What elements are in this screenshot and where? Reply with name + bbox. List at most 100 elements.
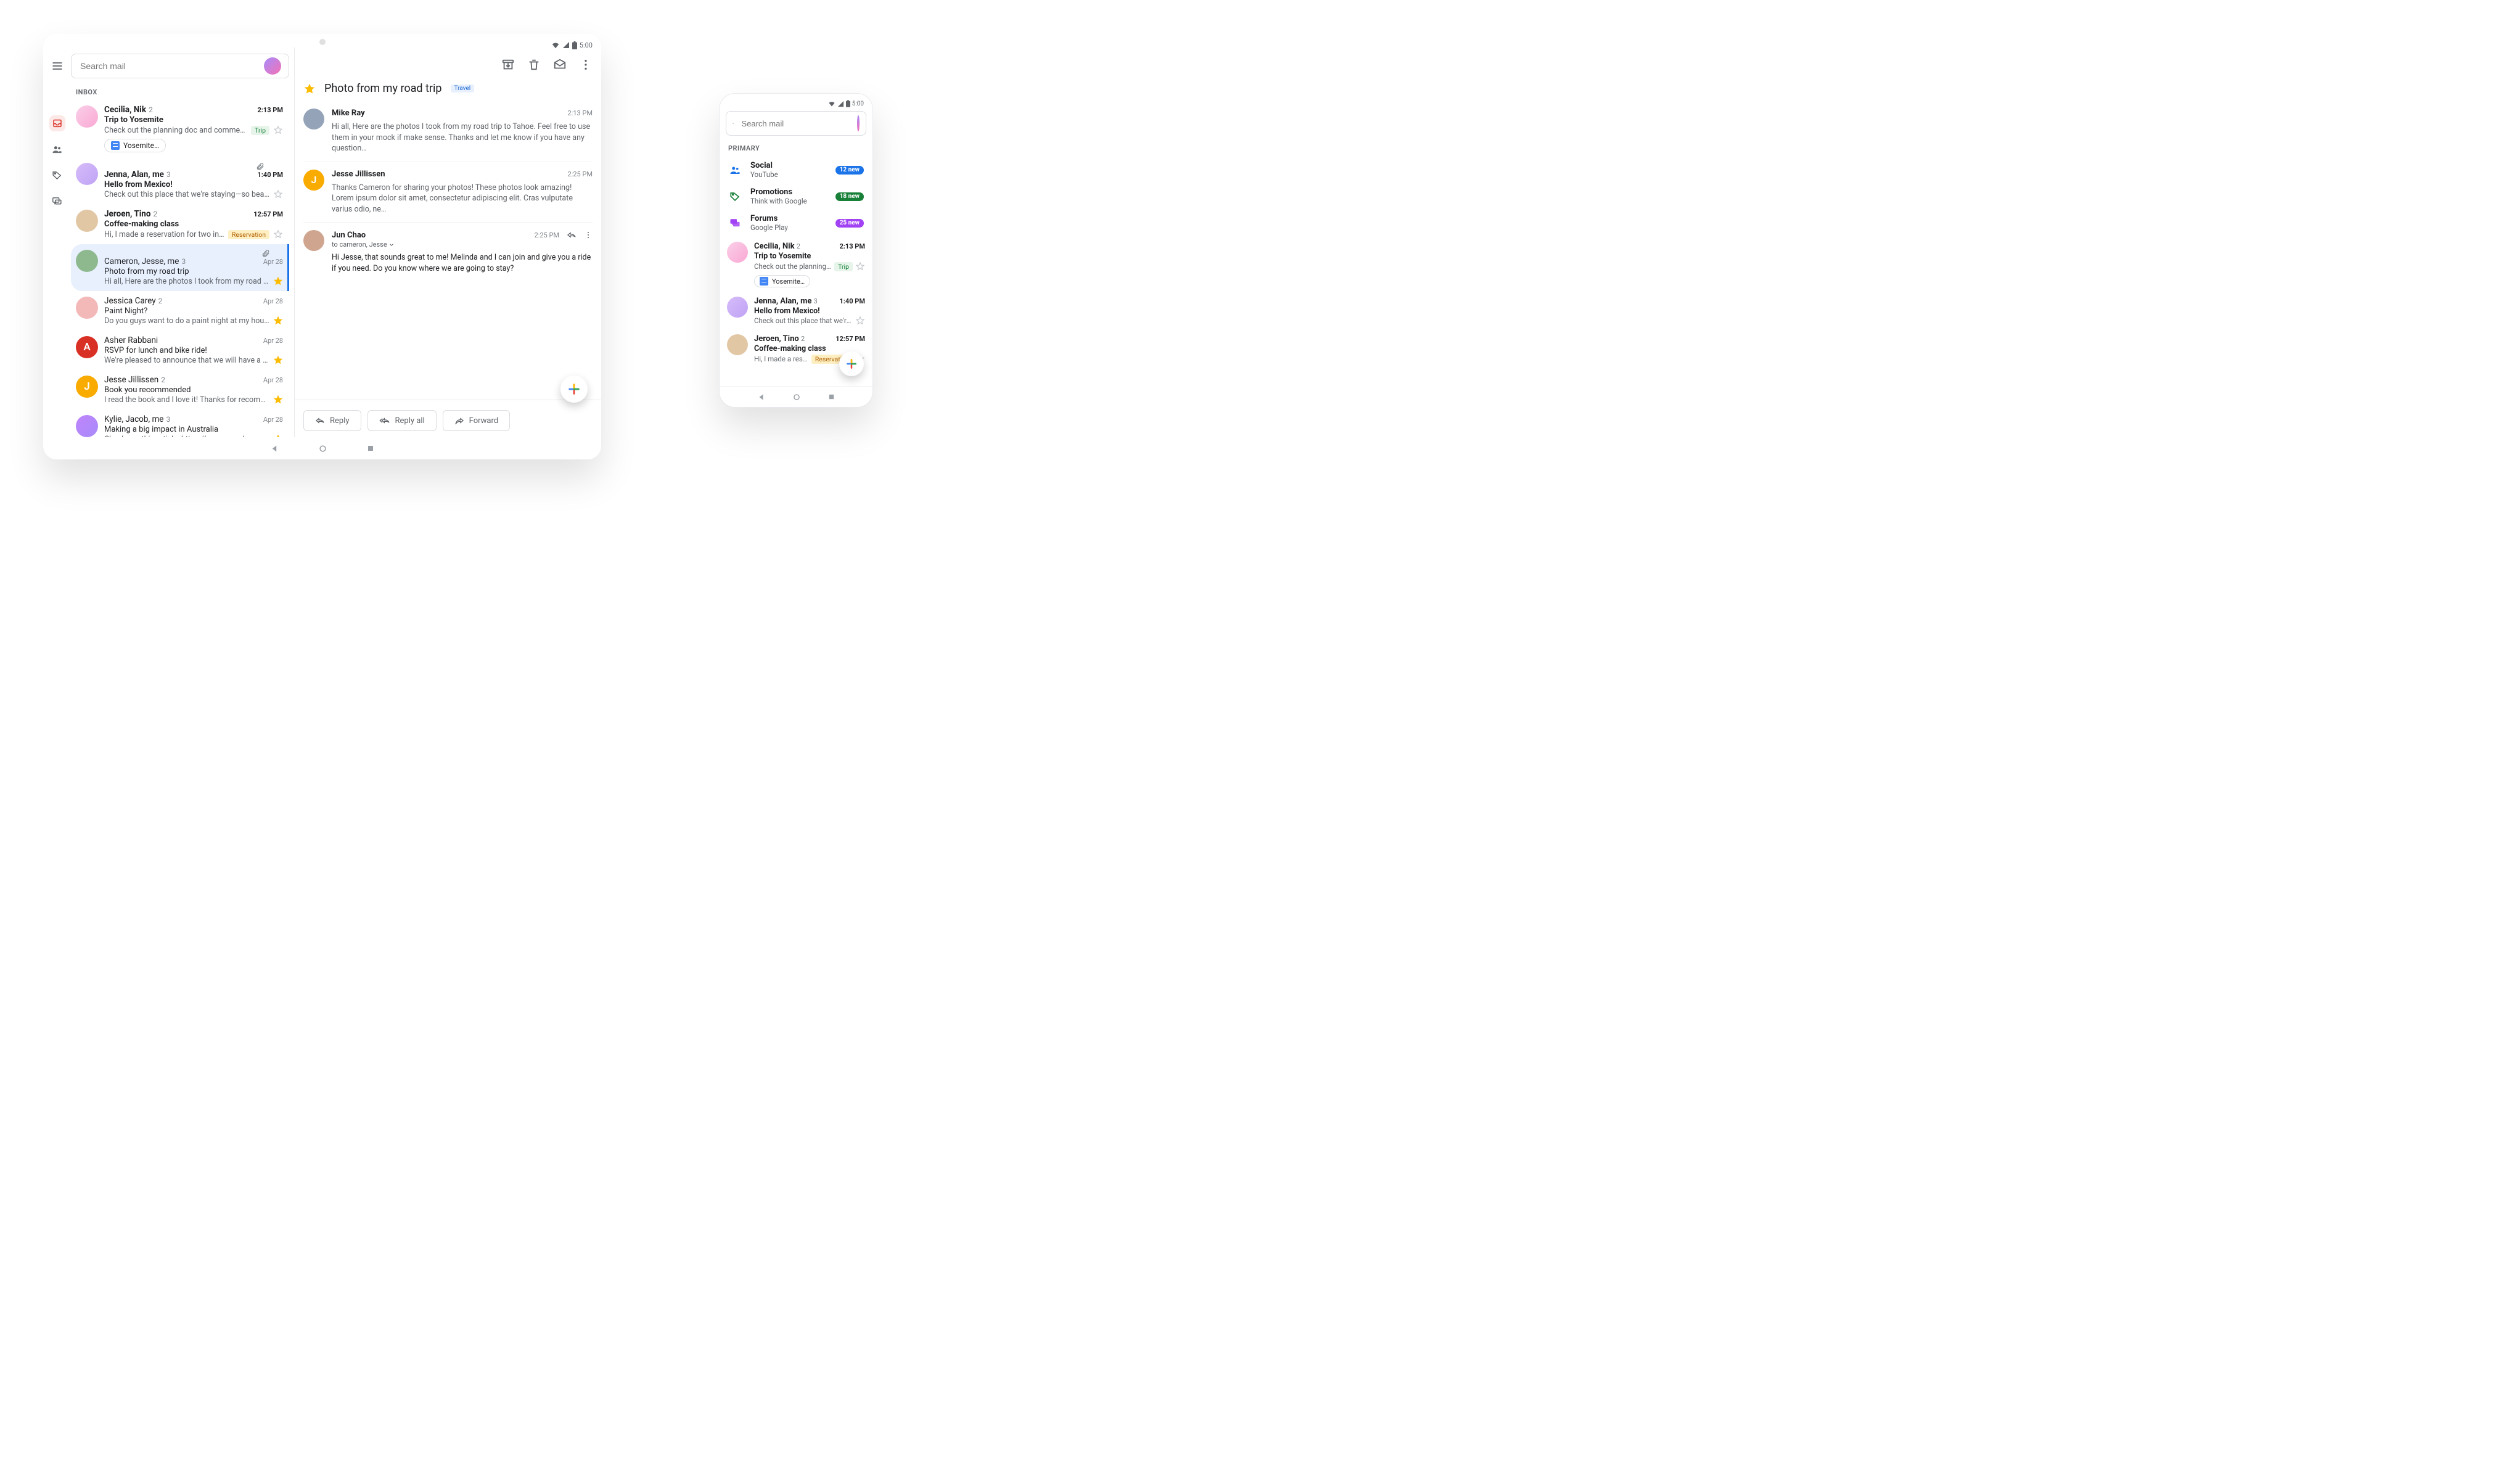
status-time: 5:00 (852, 101, 864, 107)
forum-icon (728, 216, 742, 230)
star-icon[interactable] (273, 276, 283, 286)
battery-icon (846, 100, 850, 107)
category-subtitle: Think with Google (750, 197, 827, 205)
thread-subject: Trip to Yosemite (104, 115, 283, 125)
thread-avatar[interactable] (727, 242, 748, 263)
message-avatar[interactable]: J (303, 170, 324, 191)
attachment-chip[interactable]: Yosemite… (754, 275, 810, 287)
message-recipients[interactable]: to cameron, Jesse (332, 240, 593, 249)
message-1[interactable]: J Jesse Jillissen 2:25 PM Thanks Cameron… (303, 162, 593, 223)
forward-button[interactable]: Forward (443, 410, 510, 431)
message-time: 2:25 PM (568, 170, 593, 178)
thread-label: Reservation (228, 230, 269, 239)
inbox-heading: INBOX (76, 88, 289, 96)
rail-social[interactable] (49, 141, 65, 157)
category-promotions[interactable]: Promotions Think with Google 18 new (726, 184, 866, 210)
rail-promotions[interactable] (49, 167, 65, 183)
thread-avatar[interactable] (76, 297, 98, 319)
category-subtitle: YouTube (750, 170, 827, 179)
more-icon[interactable] (579, 58, 593, 72)
account-avatar[interactable] (264, 57, 281, 75)
category-social[interactable]: Social YouTube 12 new (726, 157, 866, 184)
thread-sender: Jeroen, Tino 2 (754, 334, 805, 343)
compose-fab[interactable] (560, 376, 588, 403)
message-avatar[interactable] (303, 109, 324, 130)
thread-1[interactable]: Jenna, Alan, me3 1:40 PM Hello from Mexi… (71, 157, 289, 204)
thread-subject: Hello from Mexico! (104, 180, 283, 189)
thread-4[interactable]: Jessica Carey2 Apr 28 Paint Night? Do yo… (71, 291, 289, 331)
message-sender: Jun Chao (332, 231, 366, 240)
archive-icon[interactable] (501, 58, 515, 72)
star-icon[interactable] (273, 355, 283, 365)
nav-home-icon[interactable] (318, 444, 327, 453)
thread-avatar[interactable]: A (76, 336, 98, 358)
phone-search-input[interactable] (740, 118, 851, 129)
star-icon[interactable] (273, 189, 283, 199)
thread-avatar[interactable] (76, 250, 98, 272)
thread-avatar[interactable] (76, 415, 98, 437)
thread-5[interactable]: A Asher Rabbani Apr 28 RSVP for lunch an… (71, 331, 289, 370)
reply-icon[interactable] (567, 230, 577, 240)
thread-avatar[interactable] (76, 163, 98, 185)
reply-all-button[interactable]: Reply all (367, 410, 437, 431)
attachment-chip[interactable]: Yosemite… (104, 139, 166, 152)
nav-home-icon[interactable] (792, 393, 801, 401)
thread-6[interactable]: J Jesse Jillissen2 Apr 28 Book you recom… (71, 370, 289, 409)
nav-back-icon[interactable] (758, 393, 765, 401)
thread-7[interactable]: Kylie, Jacob, me3 Apr 28 Making a big im… (71, 409, 289, 437)
reply-button[interactable]: Reply (303, 410, 361, 431)
thread-snippet: Hi, I made a reservation for two in down… (104, 230, 224, 239)
star-icon[interactable] (855, 316, 865, 326)
search-bar[interactable] (71, 54, 289, 78)
thread-time: Apr 28 (263, 337, 283, 345)
thread-2[interactable]: Jeroen, Tino2 12:57 PM Coffee-making cla… (71, 204, 289, 244)
mark-unread-icon[interactable] (553, 58, 567, 72)
doc-icon (111, 141, 120, 150)
menu-icon[interactable] (733, 118, 734, 129)
phone-thread-1[interactable]: Jenna, Alan, me 31:40 PM Hello from Mexi… (726, 292, 866, 329)
phone-compose-fab[interactable] (839, 352, 864, 376)
nav-rail (43, 47, 71, 437)
menu-button[interactable] (49, 57, 66, 75)
thread-snippet: Check out this place that we're st… (754, 316, 853, 325)
thread-sender: Jeroen, Tino2 (104, 209, 157, 219)
star-icon[interactable] (273, 125, 283, 135)
thread-avatar[interactable] (727, 297, 748, 318)
message-time: 2:13 PM (568, 109, 593, 117)
message-2[interactable]: Jun Chao 2:25 PM to cameron, Jesse Hi Je… (303, 223, 593, 281)
star-icon[interactable] (273, 395, 283, 405)
tablet-device: 5:00 (43, 34, 601, 459)
thread-avatar[interactable]: J (76, 376, 98, 398)
delete-icon[interactable] (527, 58, 541, 72)
search-input[interactable] (79, 60, 264, 72)
thread-star-icon[interactable] (303, 83, 316, 95)
account-avatar[interactable] (857, 115, 860, 131)
nav-recent-icon[interactable] (367, 445, 374, 452)
thread-time: 2:13 PM (840, 242, 866, 250)
thread-avatar[interactable] (76, 210, 98, 232)
category-badge: 25 new (835, 219, 864, 228)
nav-recent-icon[interactable] (828, 393, 835, 400)
thread-0[interactable]: Cecilia, Nik2 2:13 PM Trip to Yosemite C… (71, 100, 289, 157)
category-forums[interactable]: Forums Google Play 25 new (726, 210, 866, 237)
phone-thread-0[interactable]: Cecilia, Nik 22:13 PM Trip to Yosemite C… (726, 237, 866, 292)
nav-back-icon[interactable] (271, 445, 279, 453)
star-icon[interactable] (273, 316, 283, 326)
thread-sender: Cecilia, Nik2 (104, 105, 153, 115)
thread-avatar[interactable] (727, 334, 748, 355)
thread-avatar[interactable] (76, 105, 98, 128)
message-0[interactable]: Mike Ray 2:13 PM Hi all, Here are the ph… (303, 101, 593, 162)
rail-inbox[interactable] (49, 115, 65, 131)
star-icon[interactable] (855, 261, 865, 271)
rail-forums[interactable] (49, 193, 65, 209)
conversation-label[interactable]: Travel (451, 84, 475, 92)
message-sender: Mike Ray (332, 109, 365, 118)
phone-search-bar[interactable] (726, 111, 866, 136)
message-avatar[interactable] (303, 230, 324, 251)
thread-snippet: Hi, I made a reservati… (754, 355, 809, 363)
star-icon[interactable] (273, 229, 283, 239)
more-icon[interactable] (584, 231, 593, 239)
thread-3[interactable]: Cameron, Jesse, me3 Apr 28 Photo from my… (71, 244, 289, 291)
reply-row: Reply Reply all Forward (295, 400, 601, 437)
thread-list: Cecilia, Nik2 2:13 PM Trip to Yosemite C… (71, 100, 289, 437)
